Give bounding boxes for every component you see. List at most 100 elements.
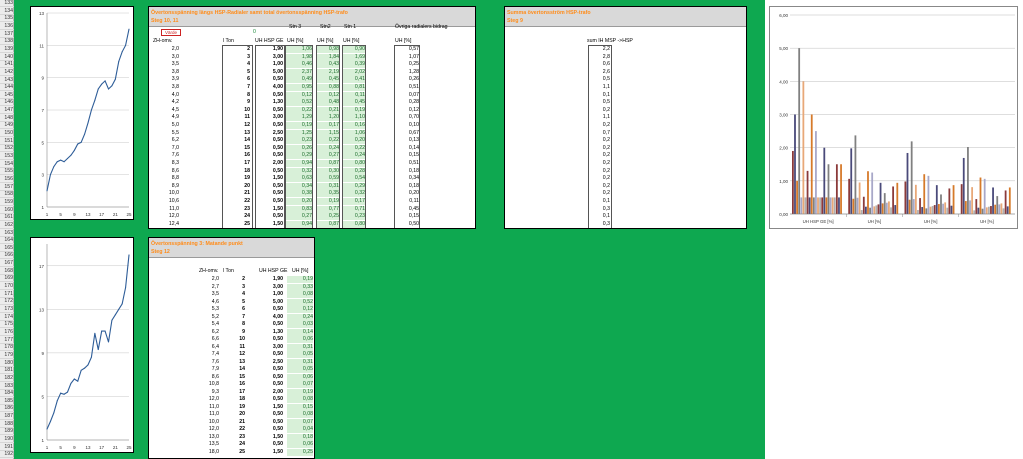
uh-cell[interactable]: 1,50 bbox=[253, 404, 283, 411]
uh-stn3-cell[interactable]: 1,06 bbox=[286, 46, 312, 53]
ton-cell[interactable]: 7 bbox=[223, 314, 245, 321]
uh-stn2-cell[interactable]: 0,30 bbox=[317, 167, 339, 175]
row-number[interactable]: 157 bbox=[0, 184, 14, 191]
zh-cell[interactable]: 2,0 bbox=[153, 46, 179, 53]
zh-cell[interactable]: 12,0 bbox=[193, 396, 219, 403]
row-number[interactable]: 150 bbox=[0, 130, 14, 138]
uh-stn2-cell[interactable]: 0,31 bbox=[317, 182, 339, 190]
zh-cell[interactable]: 8,6 bbox=[193, 374, 219, 381]
uh-other-cell[interactable]: 0,51 bbox=[395, 160, 419, 167]
row-number[interactable]: 168 bbox=[0, 268, 14, 275]
row-number[interactable]: 175 bbox=[0, 321, 14, 329]
uh-percent-cell[interactable]: 0,08 bbox=[287, 396, 313, 403]
uh-percent-cell[interactable]: 0,18 bbox=[287, 433, 313, 441]
uh-cell[interactable]: 0,50 bbox=[256, 183, 283, 190]
ton-cell[interactable]: 24 bbox=[223, 441, 245, 448]
uh-other-cell[interactable]: 0,67 bbox=[395, 130, 419, 137]
uh-cell[interactable]: 1,50 bbox=[253, 449, 283, 456]
ton-cell[interactable]: 17 bbox=[223, 389, 245, 396]
uh-percent-cell[interactable]: 0,07 bbox=[287, 418, 313, 426]
uh-cell[interactable]: 0,50 bbox=[253, 396, 283, 403]
row-number[interactable]: 180 bbox=[0, 360, 14, 367]
uh-other-cell[interactable]: 0,15 bbox=[395, 152, 419, 159]
ton-cell[interactable]: 12 bbox=[223, 122, 250, 129]
row-number[interactable]: 160 bbox=[0, 207, 14, 214]
current-sum-cell[interactable]: 0,7 bbox=[589, 130, 610, 137]
uh-other-cell[interactable]: 0,13 bbox=[395, 137, 419, 144]
uh-other-cell[interactable]: 0,28 bbox=[395, 99, 419, 106]
current-sum-cell[interactable]: 0,2 bbox=[589, 145, 610, 152]
uh-stn1-cell[interactable]: 0,39 bbox=[343, 61, 365, 69]
uh-percent-cell[interactable]: 0,33 bbox=[287, 283, 313, 291]
uh-cell[interactable]: 0,50 bbox=[253, 381, 283, 388]
uh-cell[interactable]: 5,00 bbox=[253, 299, 283, 306]
ton-cell[interactable]: 25 bbox=[223, 449, 245, 456]
uh-stn1-cell[interactable]: 0,22 bbox=[343, 144, 365, 152]
row-number[interactable]: 164 bbox=[0, 237, 14, 245]
uh-percent-cell[interactable]: 0,08 bbox=[287, 411, 313, 418]
ton-cell[interactable]: 15 bbox=[223, 145, 250, 152]
ton-cell[interactable]: 12 bbox=[223, 351, 245, 358]
uh-stn3-cell[interactable]: 0,22 bbox=[286, 106, 312, 114]
uh-cell[interactable]: 1,30 bbox=[256, 99, 283, 106]
uh-other-cell[interactable]: 1,07 bbox=[395, 54, 419, 61]
uh-percent-cell[interactable]: 0,03 bbox=[287, 321, 313, 328]
uh-stn1-cell[interactable]: 1,10 bbox=[343, 114, 365, 122]
ton-cell[interactable]: 21 bbox=[223, 419, 245, 426]
zh-cell[interactable]: 5,3 bbox=[193, 306, 219, 313]
row-number[interactable]: 146 bbox=[0, 99, 14, 107]
uh-cell[interactable]: 3,00 bbox=[253, 344, 283, 351]
uh-stn1-cell[interactable]: 1,06 bbox=[343, 129, 365, 137]
row-number[interactable]: 136 bbox=[0, 23, 14, 30]
ton-cell[interactable]: 11 bbox=[223, 344, 245, 351]
uh-stn2-cell[interactable]: 0,88 bbox=[317, 84, 339, 91]
uh-cell[interactable]: 1,00 bbox=[256, 61, 283, 68]
current-sum-cell[interactable]: 0,1 bbox=[589, 213, 610, 220]
current-sum-cell[interactable]: 0,2 bbox=[589, 137, 610, 144]
row-number[interactable]: 187 bbox=[0, 413, 14, 421]
uh-stn2-cell[interactable]: 1,15 bbox=[317, 129, 339, 137]
uh-cell[interactable]: 5,00 bbox=[256, 69, 283, 76]
ton-cell[interactable]: 3 bbox=[223, 54, 250, 61]
uh-cell[interactable]: 1,90 bbox=[253, 276, 283, 283]
current-sum-cell[interactable]: 2,6 bbox=[589, 69, 610, 76]
zh-cell[interactable]: 7,9 bbox=[193, 366, 219, 373]
uh-cell[interactable]: 1,50 bbox=[256, 206, 283, 213]
line-chart-top[interactable]: 1 3 5 7 9 11 13 1 5 9 13 17 21 25 bbox=[30, 6, 134, 220]
uh-cell[interactable]: 4,00 bbox=[256, 84, 283, 91]
uh-stn2-cell[interactable]: 0,45 bbox=[317, 76, 339, 84]
row-number[interactable]: 149 bbox=[0, 122, 14, 130]
row-number[interactable]: 147 bbox=[0, 107, 14, 115]
zh-cell[interactable]: 5,2 bbox=[193, 314, 219, 321]
row-number[interactable]: 133 bbox=[0, 0, 14, 7]
row-number[interactable]: 171 bbox=[0, 291, 14, 298]
uh-cell[interactable]: 0,50 bbox=[253, 306, 283, 313]
uh-cell[interactable]: 0,50 bbox=[253, 321, 283, 328]
uh-stn3-cell[interactable]: 0,27 bbox=[286, 213, 312, 221]
ton-cell[interactable]: 10 bbox=[223, 336, 245, 343]
ton-cell[interactable]: 22 bbox=[223, 426, 245, 433]
ton-cell[interactable]: 18 bbox=[223, 168, 250, 175]
uh-percent-cell[interactable]: 0,14 bbox=[287, 328, 313, 336]
uh-stn3-cell[interactable]: 0,49 bbox=[286, 76, 312, 84]
uh-cell[interactable]: 0,50 bbox=[256, 168, 283, 175]
uh-stn1-cell[interactable]: 0,16 bbox=[343, 122, 365, 129]
uh-cell[interactable]: 0,50 bbox=[253, 426, 283, 433]
row-number[interactable]: 135 bbox=[0, 15, 14, 23]
uh-cell[interactable]: 3,00 bbox=[256, 114, 283, 121]
uh-stn3-cell[interactable]: 0,94 bbox=[286, 220, 312, 228]
ton-cell[interactable]: 8 bbox=[223, 92, 250, 99]
uh-cell[interactable]: 2,00 bbox=[253, 389, 283, 396]
uh-cell[interactable]: 0,50 bbox=[256, 145, 283, 152]
uh-stn2-cell[interactable]: 0,19 bbox=[317, 198, 339, 205]
uh-cell[interactable]: 0,50 bbox=[253, 336, 283, 343]
zh-cell[interactable]: 2,7 bbox=[193, 284, 219, 291]
uh-cell[interactable]: 1,90 bbox=[256, 46, 283, 53]
uh-stn1-cell[interactable]: 0,29 bbox=[343, 182, 365, 190]
uh-stn2-cell[interactable]: 1,84 bbox=[317, 53, 339, 61]
uh-stn1-cell[interactable]: 0,28 bbox=[343, 167, 365, 175]
uh-percent-cell[interactable]: 0,04 bbox=[287, 426, 313, 433]
row-number[interactable]: 174 bbox=[0, 314, 14, 321]
zh-cell[interactable]: 7,6 bbox=[153, 152, 179, 159]
uh-stn3-cell[interactable]: 0,95 bbox=[286, 84, 312, 91]
